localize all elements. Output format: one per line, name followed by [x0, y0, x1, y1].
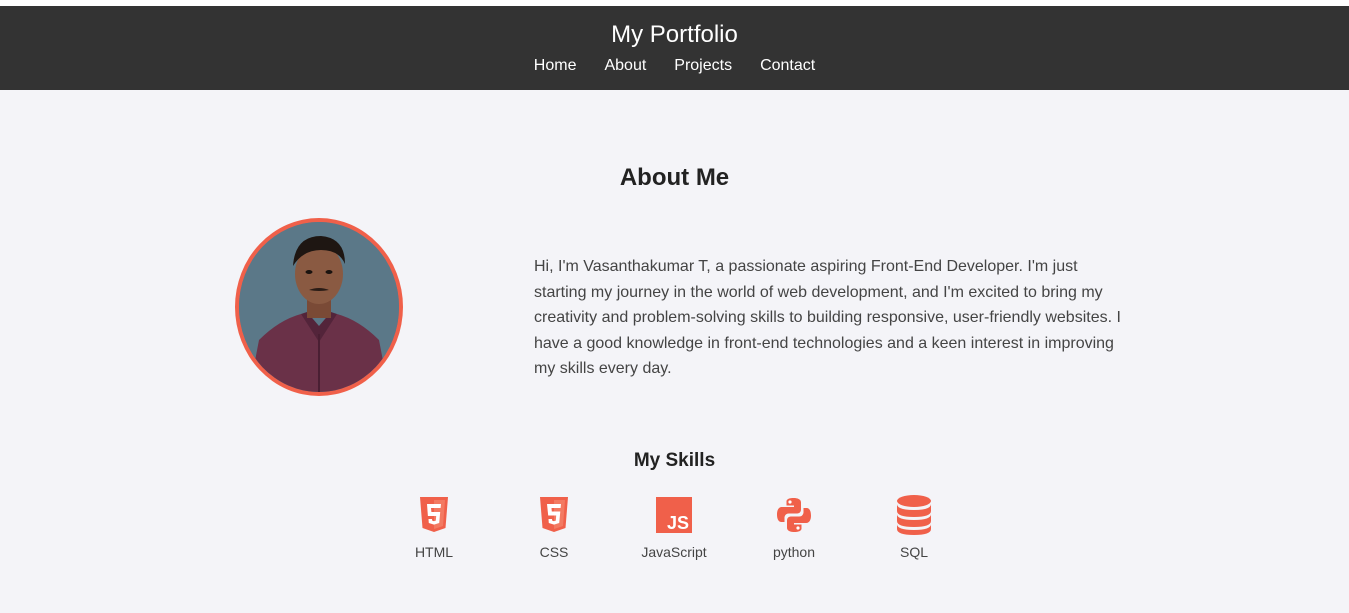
nav-projects-link[interactable]: Projects	[674, 57, 732, 75]
about-bio: Hi, I'm Vasanthakumar T, a passionate as…	[534, 258, 1121, 377]
skill-label: JavaScript	[641, 544, 707, 560]
skill-sql: SQL	[854, 494, 974, 560]
html5-icon	[414, 494, 454, 536]
skill-label: SQL	[899, 544, 928, 560]
main-nav: Home About Projects Contact	[0, 57, 1349, 75]
about-heading: About Me	[619, 164, 730, 191]
css3-icon	[534, 494, 574, 536]
skills-heading: My Skills	[633, 450, 716, 471]
nav-home-link[interactable]: Home	[534, 57, 577, 75]
skill-css: CSS	[494, 494, 614, 560]
skill-python: python	[734, 494, 854, 560]
js-icon: JS	[654, 494, 694, 536]
svg-text:JS: JS	[667, 513, 689, 533]
skill-label: python	[772, 544, 816, 560]
database-icon	[894, 494, 934, 536]
skill-label: CSS	[539, 544, 569, 560]
nav-contact-link[interactable]: Contact	[760, 57, 815, 75]
nav-about-link[interactable]: About	[604, 57, 646, 75]
skill-label: HTML	[414, 544, 454, 560]
site-header: My Portfolio Home About Projects Contact	[0, 6, 1349, 90]
python-icon	[774, 494, 814, 536]
skill-html: HTML	[374, 494, 494, 560]
profile-photo	[235, 218, 403, 396]
skill-javascript: JS JavaScript	[614, 494, 734, 560]
site-title: My Portfolio	[611, 21, 738, 48]
skills-list: HTML CSS JS JavaScript python SQL	[374, 494, 974, 560]
